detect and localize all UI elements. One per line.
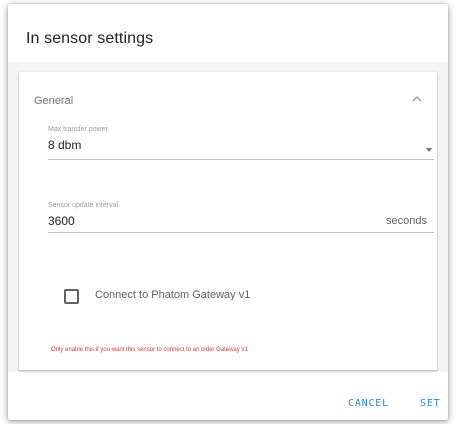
- dialog-content: General Max transfer power 8 dbm Sensor …: [8, 62, 448, 372]
- gateway-v1-checkbox[interactable]: [64, 289, 79, 304]
- dialog-title: In sensor settings: [26, 30, 154, 47]
- max-power-select[interactable]: 8 dbm: [48, 138, 81, 152]
- interval-label: Sensor update interval: [48, 202, 119, 209]
- interval-input[interactable]: 3600: [48, 214, 75, 228]
- general-panel: General Max transfer power 8 dbm Sensor …: [19, 72, 437, 370]
- set-button[interactable]: SET: [420, 398, 440, 409]
- max-power-underline: [48, 159, 434, 160]
- gateway-warning-text: Only enable this if you want this sensor…: [51, 347, 248, 353]
- cancel-button[interactable]: CANCEL: [348, 398, 389, 409]
- interval-suffix: seconds: [386, 215, 427, 227]
- dropdown-arrow-icon[interactable]: [426, 148, 432, 152]
- sensor-settings-dialog: In sensor settings General Max transfer …: [8, 4, 448, 420]
- panel-title[interactable]: General: [34, 95, 73, 107]
- max-power-label: Max transfer power: [48, 126, 108, 133]
- interval-underline: [48, 232, 434, 233]
- gateway-v1-label[interactable]: Connect to Phatom Gateway v1: [95, 289, 250, 301]
- chevron-up-icon[interactable]: [411, 94, 423, 104]
